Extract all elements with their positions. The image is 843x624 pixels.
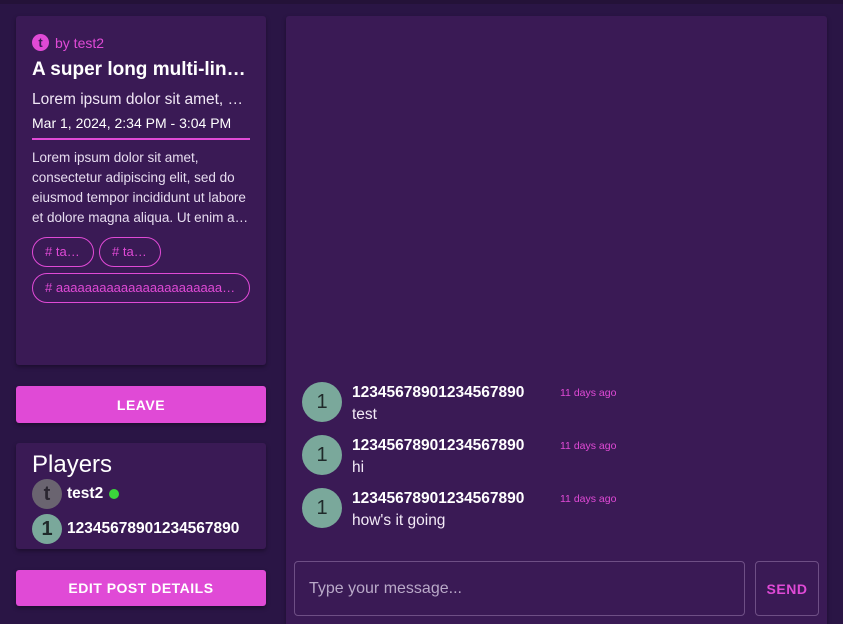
avatar: 1 bbox=[302, 488, 342, 528]
post-date: Mar 1, 2024, 2:34 PM - 3:04 PM bbox=[32, 115, 232, 131]
message-timestamp: 11 days ago bbox=[560, 493, 617, 505]
top-bar bbox=[0, 0, 843, 4]
avatar: 1 bbox=[302, 435, 342, 475]
players-title: Players bbox=[32, 451, 113, 478]
player-row[interactable]: t test2 bbox=[32, 479, 120, 509]
chat-message: 1 12345678901234567890 11 days ago how's… bbox=[302, 488, 802, 529]
player-name: 12345678901234567890 bbox=[67, 520, 240, 537]
message-text: hi bbox=[352, 459, 365, 476]
chat-message: 1 12345678901234567890 11 days ago hi bbox=[302, 435, 802, 476]
post-description: Lorem ipsum dolor sit amet, consectetur … bbox=[32, 148, 250, 228]
tag-chip[interactable]: # tag1 bbox=[32, 237, 94, 267]
author-avatar-icon: t bbox=[32, 34, 49, 51]
message-text: how's it going bbox=[352, 512, 446, 529]
player-row[interactable]: 1 12345678901234567890 bbox=[32, 514, 239, 544]
message-input-placeholder: Type your message... bbox=[309, 579, 462, 597]
online-status-icon bbox=[109, 489, 120, 499]
avatar: 1 bbox=[302, 382, 342, 422]
chat-message: 1 12345678901234567890 11 days ago test bbox=[302, 382, 802, 423]
message-input[interactable]: Type your message... bbox=[294, 561, 745, 616]
message-author: 12345678901234567890 bbox=[352, 437, 525, 454]
post-title: A super long multi-line title bbox=[32, 59, 250, 80]
post-author[interactable]: t by test2 bbox=[32, 34, 104, 51]
message-author: 12345678901234567890 bbox=[352, 384, 525, 401]
tag-chip[interactable]: # aaaaaaaaaaaaaaaaaaaaaaaaaaaaaaaaaa bbox=[32, 273, 250, 303]
avatar: t bbox=[32, 479, 62, 509]
message-timestamp: 11 days ago bbox=[560, 440, 617, 452]
edit-post-details-button[interactable]: EDIT POST DETAILS bbox=[16, 570, 266, 606]
post-card: t by test2 A super long multi-line title… bbox=[16, 16, 266, 365]
chat-panel: 1 12345678901234567890 11 days ago test … bbox=[286, 16, 827, 624]
message-text: test bbox=[352, 406, 377, 423]
leave-button[interactable]: LEAVE bbox=[16, 386, 266, 423]
post-description-text: Lorem ipsum dolor sit amet, consectetur … bbox=[32, 150, 246, 225]
author-label: by test2 bbox=[55, 34, 105, 51]
avatar: 1 bbox=[32, 514, 62, 544]
message-timestamp: 11 days ago bbox=[560, 387, 617, 399]
post-divider bbox=[32, 138, 250, 140]
message-author: 12345678901234567890 bbox=[352, 490, 525, 507]
player-name: test2 bbox=[67, 485, 104, 502]
post-subtitle: Lorem ipsum dolor sit amet, consectetur bbox=[32, 91, 250, 108]
tag-chip[interactable]: # tag2 bbox=[99, 237, 161, 267]
send-button[interactable]: SEND bbox=[755, 561, 819, 616]
players-card: Players t test2 1 12345678901234567890 bbox=[16, 443, 266, 549]
